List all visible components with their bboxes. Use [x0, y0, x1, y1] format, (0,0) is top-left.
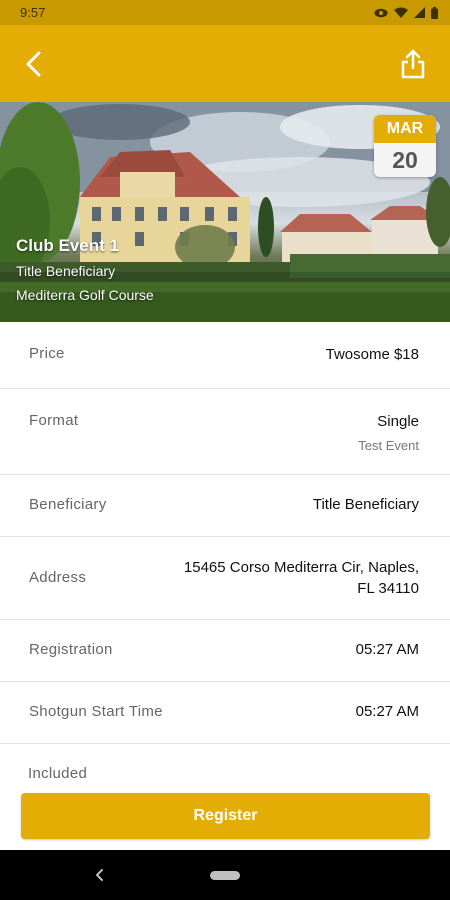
detail-row-price: Price Twosome $18: [0, 322, 450, 389]
detail-label: Address: [29, 569, 87, 586]
detail-value: Twosome $18: [325, 346, 419, 363]
detail-label: Registration: [29, 641, 113, 658]
detail-label: Price: [29, 345, 65, 362]
event-details-list: Price Twosome $18 Format Single Test Eve…: [0, 322, 450, 794]
wifi-icon: [394, 7, 408, 18]
chevron-left-icon: [26, 51, 41, 77]
system-nav-bar: [0, 850, 450, 900]
system-back-button[interactable]: [90, 865, 110, 885]
detail-value: Single: [377, 413, 419, 430]
register-footer: Register: [0, 780, 450, 850]
detail-value-line2: FL 34110: [357, 580, 419, 597]
register-button[interactable]: Register: [21, 793, 430, 839]
detail-row-registration: Registration 05:27 AM: [0, 620, 450, 682]
share-icon: [401, 49, 425, 79]
detail-value: Title Beneficiary: [312, 496, 419, 513]
event-date-badge: MAR 20: [374, 115, 436, 177]
detail-value-line1: 15465 Corso Mediterra Cir, Naples,: [183, 559, 419, 576]
detail-label: Beneficiary: [29, 496, 107, 513]
detail-row-format: Format Single Test Event: [0, 389, 450, 475]
status-time: 9:57: [20, 5, 46, 20]
battery-icon: [431, 6, 438, 19]
detail-label: Format: [29, 412, 79, 429]
eye-icon: [374, 8, 388, 17]
detail-value: 05:27 AM: [355, 641, 419, 658]
app-bar: [0, 25, 450, 102]
chevron-left-icon: [96, 869, 103, 881]
detail-row-beneficiary: Beneficiary Title Beneficiary: [0, 475, 450, 537]
event-course: Mediterra Golf Course: [16, 287, 154, 303]
event-title: Club Event 1: [16, 236, 119, 255]
date-month: MAR: [374, 115, 436, 143]
back-button[interactable]: [18, 47, 52, 81]
system-home-button[interactable]: [210, 871, 240, 880]
status-icons: [374, 6, 438, 19]
event-beneficiary: Title Beneficiary: [16, 263, 116, 279]
detail-row-address: Address 15465 Corso Mediterra Cir, Naple…: [0, 537, 450, 620]
detail-label: Shotgun Start Time: [29, 703, 163, 720]
status-bar: 9:57: [0, 0, 450, 25]
signal-icon: [414, 7, 425, 18]
date-day: 20: [392, 147, 418, 173]
detail-value: 05:27 AM: [355, 703, 419, 720]
share-button[interactable]: [396, 47, 430, 81]
detail-subvalue: Test Event: [358, 438, 419, 453]
detail-row-shotgun-start: Shotgun Start Time 05:27 AM: [0, 682, 450, 744]
